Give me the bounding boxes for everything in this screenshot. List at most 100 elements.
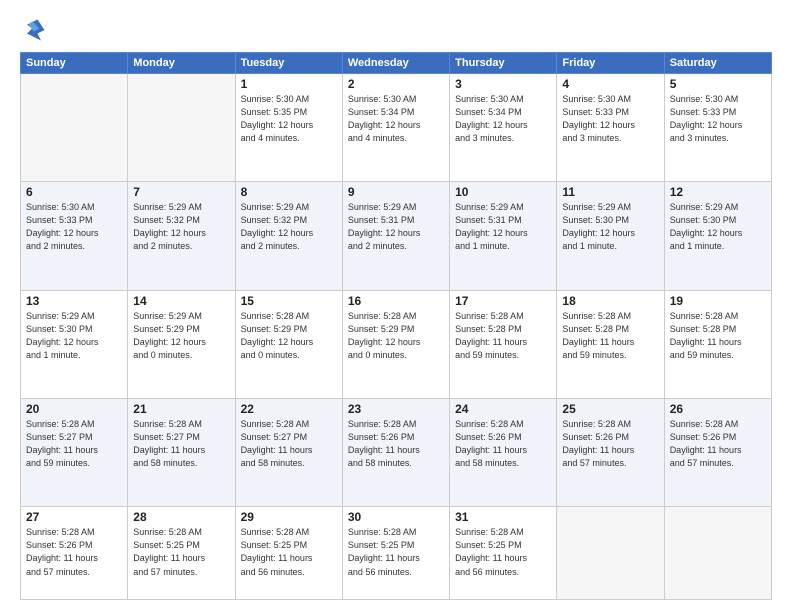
day-info: Sunrise: 5:28 AM Sunset: 5:26 PM Dayligh… [348, 418, 444, 470]
calendar-cell: 6Sunrise: 5:30 AM Sunset: 5:33 PM Daylig… [21, 182, 128, 290]
day-number: 7 [133, 185, 229, 199]
day-number: 27 [26, 510, 122, 524]
calendar-cell: 16 Sunrise: 5:28 AM Sunset: 5:29 PM Dayli… [342, 290, 449, 398]
day-info: Sunrise: 5:30 AM Sunset: 5:34 PM Dayligh… [455, 93, 551, 145]
calendar-cell: 21Sunrise: 5:28 AM Sunset: 5:27 PM Dayli… [128, 399, 235, 507]
weekday-header-saturday: Saturday [664, 53, 771, 74]
day-info: Sunrise: 5:28 AM Sunset: 5:25 PM Dayligh… [455, 526, 551, 578]
weekday-header-monday: Monday [128, 53, 235, 74]
day-info: Sunrise: 5:29 AM Sunset: 5:32 PM Dayligh… [241, 201, 337, 253]
day-info: Sunrise: 5:30 AM Sunset: 5:35 PM Dayligh… [241, 93, 337, 145]
calendar-cell: 19 Sunrise: 5:28 AM Sunset: 5:28 PM Dayli… [664, 290, 771, 398]
day-number: 5 [670, 77, 766, 91]
day-info: Sunrise: 5:28 AM Sunset: 5:29 PM Dayligh… [348, 310, 444, 362]
day-number: 23 [348, 402, 444, 416]
calendar-week-row: 6Sunrise: 5:30 AM Sunset: 5:33 PM Daylig… [21, 182, 772, 290]
weekday-header-row: SundayMondayTuesdayWednesdayThursdayFrid… [21, 53, 772, 74]
calendar-cell [128, 74, 235, 182]
page: SundayMondayTuesdayWednesdayThursdayFrid… [0, 0, 792, 612]
day-info: Sunrise: 5:29 AM Sunset: 5:31 PM Dayligh… [455, 201, 551, 253]
calendar-cell: 5 Sunrise: 5:30 AM Sunset: 5:33 PM Daylig… [664, 74, 771, 182]
day-number: 3 [455, 77, 551, 91]
calendar-cell: 4Sunrise: 5:30 AM Sunset: 5:33 PM Daylig… [557, 74, 664, 182]
day-info: Sunrise: 5:28 AM Sunset: 5:28 PM Dayligh… [562, 310, 658, 362]
calendar-cell: 20Sunrise: 5:28 AM Sunset: 5:27 PM Dayli… [21, 399, 128, 507]
day-number: 28 [133, 510, 229, 524]
calendar-cell: 10 Sunrise: 5:29 AM Sunset: 5:31 PM Dayli… [450, 182, 557, 290]
weekday-header-wednesday: Wednesday [342, 53, 449, 74]
day-info: Sunrise: 5:28 AM Sunset: 5:27 PM Dayligh… [133, 418, 229, 470]
day-number: 22 [241, 402, 337, 416]
day-info: Sunrise: 5:28 AM Sunset: 5:26 PM Dayligh… [670, 418, 766, 470]
calendar-cell: 26 Sunrise: 5:28 AM Sunset: 5:26 PM Dayli… [664, 399, 771, 507]
calendar-cell: 7 Sunrise: 5:29 AM Sunset: 5:32 PM Daylig… [128, 182, 235, 290]
day-number: 25 [562, 402, 658, 416]
day-info: Sunrise: 5:28 AM Sunset: 5:25 PM Dayligh… [241, 526, 337, 578]
calendar-cell [21, 74, 128, 182]
day-info: Sunrise: 5:28 AM Sunset: 5:29 PM Dayligh… [241, 310, 337, 362]
calendar-cell: 8Sunrise: 5:29 AM Sunset: 5:32 PM Daylig… [235, 182, 342, 290]
day-number: 11 [562, 185, 658, 199]
calendar-cell: 14 Sunrise: 5:29 AM Sunset: 5:29 PM Dayli… [128, 290, 235, 398]
day-info: Sunrise: 5:30 AM Sunset: 5:33 PM Dayligh… [562, 93, 658, 145]
day-info: Sunrise: 5:28 AM Sunset: 5:26 PM Dayligh… [562, 418, 658, 470]
day-number: 9 [348, 185, 444, 199]
calendar-table: SundayMondayTuesdayWednesdayThursdayFrid… [20, 52, 772, 600]
day-number: 31 [455, 510, 551, 524]
calendar-week-row: 13Sunrise: 5:29 AM Sunset: 5:30 PM Dayli… [21, 290, 772, 398]
day-number: 30 [348, 510, 444, 524]
day-number: 10 [455, 185, 551, 199]
day-number: 19 [670, 294, 766, 308]
header [20, 16, 772, 44]
calendar-cell: 15Sunrise: 5:28 AM Sunset: 5:29 PM Dayli… [235, 290, 342, 398]
calendar-cell: 9 Sunrise: 5:29 AM Sunset: 5:31 PM Daylig… [342, 182, 449, 290]
day-number: 16 [348, 294, 444, 308]
calendar-cell: 1 Sunrise: 5:30 AM Sunset: 5:35 PM Daylig… [235, 74, 342, 182]
calendar-cell: 28Sunrise: 5:28 AM Sunset: 5:25 PM Dayli… [128, 507, 235, 600]
day-info: Sunrise: 5:29 AM Sunset: 5:29 PM Dayligh… [133, 310, 229, 362]
day-info: Sunrise: 5:28 AM Sunset: 5:26 PM Dayligh… [26, 526, 122, 578]
calendar-cell: 2Sunrise: 5:30 AM Sunset: 5:34 PM Daylig… [342, 74, 449, 182]
day-info: Sunrise: 5:30 AM Sunset: 5:34 PM Dayligh… [348, 93, 444, 145]
day-info: Sunrise: 5:29 AM Sunset: 5:30 PM Dayligh… [562, 201, 658, 253]
day-info: Sunrise: 5:28 AM Sunset: 5:27 PM Dayligh… [241, 418, 337, 470]
calendar-cell: 11 Sunrise: 5:29 AM Sunset: 5:30 PM Dayli… [557, 182, 664, 290]
calendar-week-row: 27 Sunrise: 5:28 AM Sunset: 5:26 PM Dayli… [21, 507, 772, 600]
calendar-cell: 23 Sunrise: 5:28 AM Sunset: 5:26 PM Dayli… [342, 399, 449, 507]
day-info: Sunrise: 5:29 AM Sunset: 5:31 PM Dayligh… [348, 201, 444, 253]
day-number: 12 [670, 185, 766, 199]
day-number: 18 [562, 294, 658, 308]
day-info: Sunrise: 5:30 AM Sunset: 5:33 PM Dayligh… [670, 93, 766, 145]
calendar-cell: 17 Sunrise: 5:28 AM Sunset: 5:28 PM Dayli… [450, 290, 557, 398]
day-info: Sunrise: 5:29 AM Sunset: 5:32 PM Dayligh… [133, 201, 229, 253]
day-number: 20 [26, 402, 122, 416]
weekday-header-sunday: Sunday [21, 53, 128, 74]
weekday-header-tuesday: Tuesday [235, 53, 342, 74]
calendar-cell: 18 Sunrise: 5:28 AM Sunset: 5:28 PM Dayli… [557, 290, 664, 398]
weekday-header-friday: Friday [557, 53, 664, 74]
calendar-cell: 3 Sunrise: 5:30 AM Sunset: 5:34 PM Daylig… [450, 74, 557, 182]
calendar-week-row: 1 Sunrise: 5:30 AM Sunset: 5:35 PM Daylig… [21, 74, 772, 182]
day-info: Sunrise: 5:28 AM Sunset: 5:28 PM Dayligh… [455, 310, 551, 362]
day-info: Sunrise: 5:28 AM Sunset: 5:25 PM Dayligh… [348, 526, 444, 578]
calendar-week-row: 20 Sunrise: 5:28 AM Sunset: 5:27 PM Dayli… [21, 399, 772, 507]
calendar-cell: 22 Sunrise: 5:28 AM Sunset: 5:27 PM Dayli… [235, 399, 342, 507]
logo [20, 16, 52, 44]
day-number: 13 [26, 294, 122, 308]
day-info: Sunrise: 5:28 AM Sunset: 5:26 PM Dayligh… [455, 418, 551, 470]
day-info: Sunrise: 5:29 AM Sunset: 5:30 PM Dayligh… [670, 201, 766, 253]
day-info: Sunrise: 5:28 AM Sunset: 5:28 PM Dayligh… [670, 310, 766, 362]
day-number: 29 [241, 510, 337, 524]
calendar-cell: 30 Sunrise: 5:28 AM Sunset: 5:25 PM Dayli… [342, 507, 449, 600]
weekday-header-thursday: Thursday [450, 53, 557, 74]
day-number: 17 [455, 294, 551, 308]
day-info: Sunrise: 5:30 AM Sunset: 5:33 PM Dayligh… [26, 201, 122, 253]
day-number: 26 [670, 402, 766, 416]
day-number: 24 [455, 402, 551, 416]
calendar-cell: 24 Sunrise: 5:28 AM Sunset: 5:26 PM Dayli… [450, 399, 557, 507]
day-number: 1 [241, 77, 337, 91]
calendar-cell: 29 Sunrise: 5:28 AM Sunset: 5:25 PM Dayli… [235, 507, 342, 600]
day-number: 14 [133, 294, 229, 308]
calendar-cell: 13Sunrise: 5:29 AM Sunset: 5:30 PM Dayli… [21, 290, 128, 398]
calendar-cell: 12 Sunrise: 5:29 AM Sunset: 5:30 PM Dayli… [664, 182, 771, 290]
